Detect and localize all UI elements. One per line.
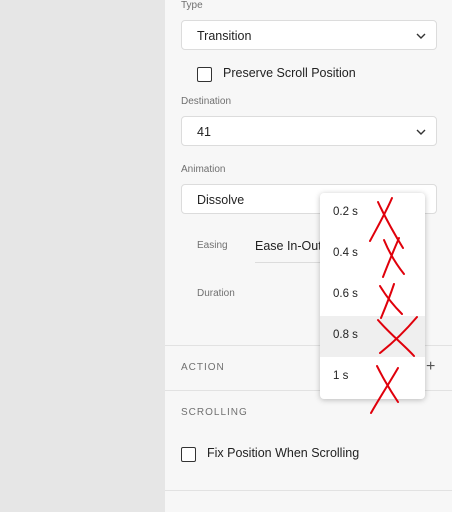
duration-option[interactable]: 1 s <box>320 357 425 398</box>
destination-select[interactable]: 41 <box>181 116 437 146</box>
duration-option-label: 0.4 s <box>333 247 358 259</box>
add-action-icon[interactable]: + <box>426 358 435 376</box>
fix-position-checkbox[interactable] <box>181 447 196 462</box>
fix-position-label: Fix Position When Scrolling <box>207 446 360 460</box>
destination-select-value: 41 <box>197 125 211 139</box>
type-select-value: Transition <box>197 29 252 43</box>
duration-option[interactable]: 0.4 s <box>320 234 425 275</box>
chevron-down-icon <box>416 33 426 39</box>
easing-select[interactable]: Ease In-Out <box>255 239 322 253</box>
duration-option-selected[interactable]: 0.8 s <box>320 316 425 357</box>
duration-option-label: 0.8 s <box>333 329 358 341</box>
preserve-scroll-label: Preserve Scroll Position <box>223 66 356 80</box>
duration-option[interactable]: 0.2 s <box>320 193 425 234</box>
duration-option-label: 0.2 s <box>333 206 358 218</box>
chevron-down-icon <box>416 129 426 135</box>
duration-option-label: 0.6 s <box>333 288 358 300</box>
animation-select-value: Dissolve <box>197 193 245 207</box>
easing-label: Easing <box>197 240 228 251</box>
scrolling-section-title: SCROLLING <box>181 407 248 418</box>
type-select[interactable]: Transition <box>181 20 437 50</box>
action-section-title: ACTION <box>181 362 225 373</box>
easing-underline <box>255 262 325 263</box>
duration-dropdown-menu: 0.2 s 0.4 s 0.6 s 0.8 s 1 s <box>320 193 425 399</box>
duration-option-label: 1 s <box>333 370 349 382</box>
animation-label: Animation <box>181 164 226 175</box>
preserve-scroll-checkbox[interactable] <box>197 67 212 82</box>
duration-option[interactable]: 0.6 s <box>320 275 425 316</box>
divider <box>165 490 452 491</box>
destination-label: Destination <box>181 96 232 107</box>
duration-label: Duration <box>197 288 235 299</box>
type-label: Type <box>181 0 203 11</box>
canvas-area <box>0 0 165 512</box>
